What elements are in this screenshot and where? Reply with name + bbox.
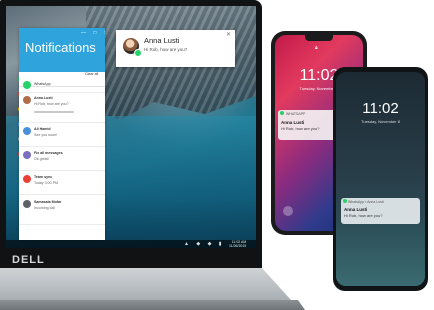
dell-logo: DELL (12, 254, 45, 266)
notification-sender: Anna Lusti (281, 120, 305, 125)
android-screen: 11:02 Tuesday, November 8 WhatsApp • Ann… (336, 72, 425, 286)
list-item[interactable]: Fix all messages Ok great! (19, 146, 105, 171)
android-lock-date: Tuesday, November 8 (361, 119, 400, 124)
laptop-screen: — □ ✕ Notifications Clear all WhatsApp A… (6, 6, 256, 248)
list-item[interactable]: Anna Lusti Hi Rob, how are you? (19, 92, 105, 123)
avatar (23, 127, 31, 135)
notification-panel: — □ ✕ Notifications Clear all WhatsApp A… (19, 28, 105, 240)
divider (34, 111, 74, 113)
list-item[interactable]: Team sync Today 3:00 PM (19, 170, 105, 195)
list-item-sender: Ali Hamid (34, 127, 51, 131)
notification-app: WhatsApp • Anna Lusti (348, 200, 384, 204)
list-item-message: Incoming call (34, 206, 55, 210)
iphone-notch (305, 35, 333, 41)
taskbar: ▲ ◆ ◆ ▮ 11:02 AM 11/26/2019 (6, 240, 256, 248)
android-wallpaper-bottom (336, 222, 425, 286)
close-icon[interactable]: ✕ (226, 31, 231, 38)
flashlight-icon[interactable] (283, 206, 293, 216)
panel-title: Notifications (25, 40, 96, 55)
avatar (23, 96, 31, 104)
list-item-sender: Team sync (34, 175, 53, 179)
list-item-sender: Fix all messages (34, 151, 63, 155)
lock-icon: 🔒︎ (315, 45, 318, 51)
calendar-icon (23, 175, 31, 183)
android-lock-time: 11:02 (362, 100, 399, 117)
laptop-base-edge (0, 300, 305, 310)
toast-message: Hi Rob, how are you? (144, 47, 188, 52)
list-item-message: Ok great! (34, 157, 49, 161)
avatar (23, 151, 31, 159)
window-controls[interactable]: — □ ✕ (81, 30, 105, 36)
list-item-message: Today 3:00 PM (34, 181, 58, 185)
taskbar-date: 11/26/2019 (229, 244, 247, 248)
whatsapp-icon (280, 111, 284, 115)
notification-group-header: WhatsApp (19, 78, 105, 93)
system-tray-icons[interactable]: ▲ ◆ ◆ ▮ (184, 241, 225, 247)
list-item-sender: Anna Lusti (34, 96, 53, 100)
notification-app: WHATSAPP (286, 112, 306, 116)
whatsapp-toast[interactable]: Anna Lusti Hi Rob, how are you? ✕ (116, 30, 235, 67)
taskbar-clock[interactable]: 11:02 AM 11/26/2019 (229, 240, 246, 248)
list-item-message: See you soon! (34, 133, 57, 137)
clear-all-button[interactable]: Clear all (85, 72, 98, 76)
toast-sender: Anna Lusti (144, 36, 180, 45)
list-item-app: WhatsApp (34, 82, 51, 86)
whatsapp-icon (343, 199, 347, 203)
android-notification[interactable]: WhatsApp • Anna Lusti Anna Lusti Hi Rob,… (341, 198, 420, 224)
whatsapp-icon (23, 81, 31, 89)
notification-message: Hi Rob, how are you? (281, 126, 320, 131)
list-item-message: Hi Rob, how are you? (34, 102, 69, 106)
whatsapp-icon (134, 49, 142, 57)
list-item-sender: Samasala Mofar (34, 200, 62, 204)
avatar (23, 200, 31, 208)
list-item[interactable]: Ali Hamid See you soon! (19, 122, 105, 147)
notification-sender: Anna Lusti (344, 207, 368, 212)
list-item[interactable]: Samasala Mofar Incoming call (19, 194, 105, 225)
notification-message: Hi Rob, how are you? (344, 213, 383, 218)
